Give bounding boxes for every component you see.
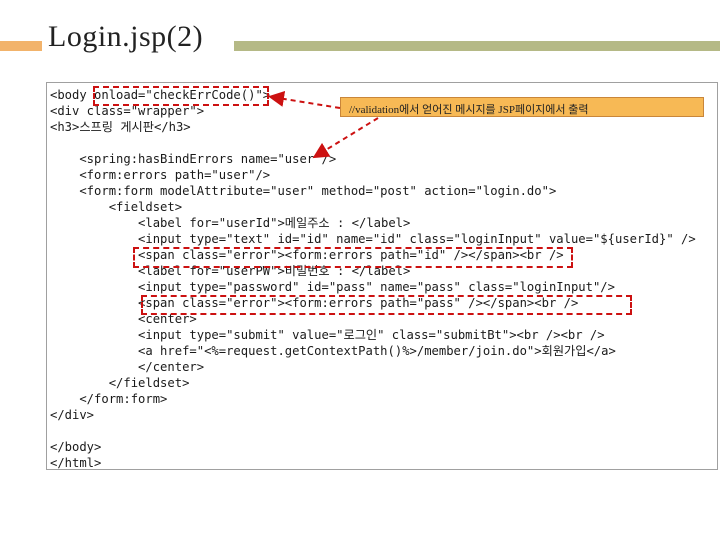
code-line: </body> — [50, 440, 102, 454]
code-line: <form:errors path="user"/> — [50, 168, 271, 182]
code-line: <a href="<%=request.getContextPath()%>/m… — [50, 344, 616, 358]
slide-title: Login.jsp(2) — [48, 20, 204, 53]
code-line: <form:form modelAttribute="user" method=… — [50, 184, 557, 198]
code-line: <h3>스프링 게시판</h3> — [50, 120, 191, 134]
code-line: <label for="userId">메일주소 : </label> — [50, 216, 411, 230]
accent-bar-right — [234, 41, 720, 51]
highlight-error-id — [133, 247, 573, 268]
code-line: </center> — [50, 360, 205, 374]
code-screenshot-panel: <body onload="checkErrCode()"> <div class… — [46, 82, 718, 470]
code-line: </div> — [50, 408, 95, 422]
accent-bar-left — [0, 41, 42, 51]
code-line: <input type="password" id="pass" name="p… — [50, 280, 615, 294]
highlight-error-pass — [141, 295, 632, 315]
annotation-note: //validation에서 얻어진 메시지를 JSP페이지에서 출력 — [340, 97, 704, 117]
code-line: </form:form> — [50, 392, 168, 406]
code-line: <input type="text" id="id" name="id" cla… — [50, 232, 696, 246]
code-line: </html> — [50, 456, 102, 470]
highlight-onload — [93, 86, 269, 106]
code-line: <spring:hasBindErrors name="user"/> — [50, 152, 337, 166]
code-line: <input type="submit" value="로그인" class="… — [50, 328, 605, 342]
code-line: </fieldset> — [50, 376, 190, 390]
code-block: <body onload="checkErrCode()"> <div class… — [50, 87, 696, 471]
code-line: <fieldset> — [50, 200, 183, 214]
